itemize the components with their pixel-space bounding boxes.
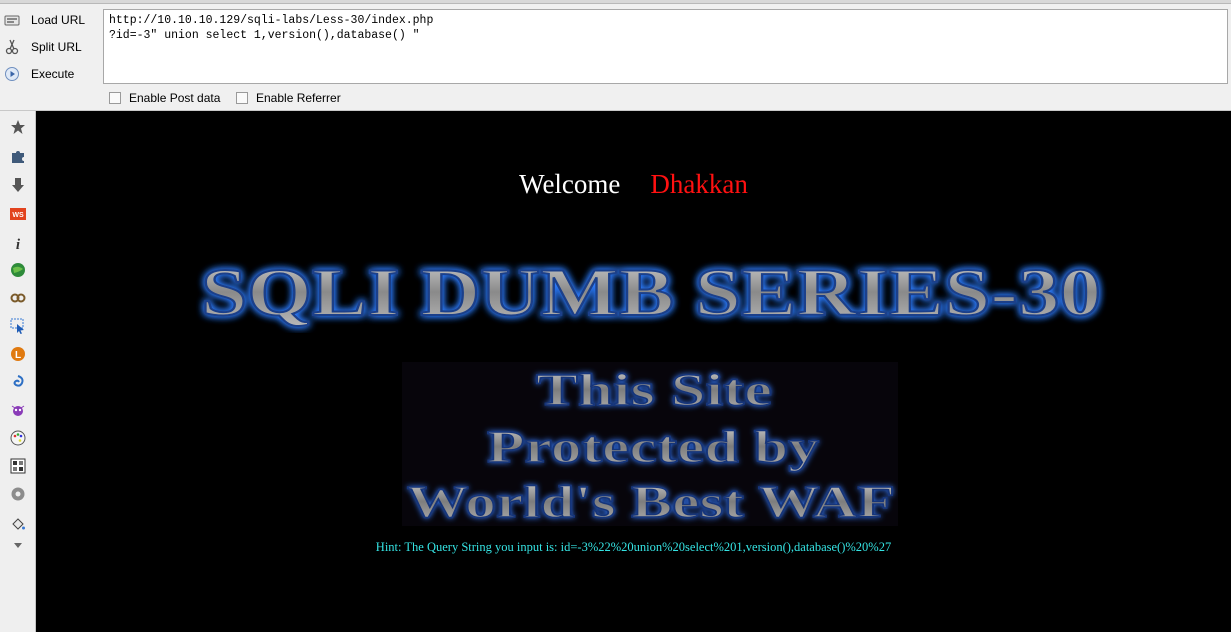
url-textarea[interactable]: http://10.10.10.129/sqli-labs/Less-30/in… (103, 9, 1228, 84)
welcome-line: Welcome Dhakkan (36, 169, 1231, 200)
hackbar-panel: Load URL Split URL Execute http://10.10.… (0, 0, 1231, 111)
paint-bucket-icon[interactable] (8, 514, 28, 534)
palette-icon[interactable] (8, 428, 28, 448)
svg-text:WS: WS (12, 212, 24, 219)
load-url-button[interactable]: Load URL (4, 8, 98, 32)
pointer-icon[interactable] (8, 316, 28, 336)
execute-label: Execute (31, 67, 75, 81)
globe-icon[interactable] (8, 260, 28, 280)
checkbox-box[interactable] (109, 92, 121, 104)
waf-banner-image: This Site Protected by World's Best WAF (402, 362, 898, 528)
checkbox-box[interactable] (236, 92, 248, 104)
page-content: Welcome Dhakkan SQLI DUMB SERIES-30 This… (36, 111, 1231, 632)
info-icon[interactable]: i (8, 233, 28, 253)
enable-referrer-checkbox[interactable]: Enable Referrer (236, 91, 341, 105)
url-line-2: ?id=-3" union select 1,version(),databas… (109, 29, 420, 42)
waf-line-2: Protected by (487, 421, 819, 472)
ws-icon[interactable]: WS (8, 204, 28, 224)
enable-post-label: Enable Post data (129, 91, 221, 105)
addon-sidebar: WS i L (0, 111, 36, 632)
firebug-icon[interactable]: L (8, 344, 28, 364)
waf-line-3: World's Best WAF (407, 476, 895, 526)
welcome-text: Welcome (519, 169, 621, 199)
swirl-icon[interactable] (8, 372, 28, 392)
chevron-down-icon[interactable] (8, 535, 28, 555)
title-banner-image: SQLI DUMB SERIES-30 (191, 251, 1111, 333)
user-name: Dhakkan (650, 169, 748, 199)
series-title: SQLI DUMB SERIES-30 (201, 254, 1101, 330)
toolbar-strip (0, 0, 1231, 4)
enable-post-checkbox[interactable]: Enable Post data (109, 91, 220, 105)
load-url-label: Load URL (31, 13, 86, 27)
grid-icon[interactable] (8, 456, 28, 476)
bug-icon[interactable] (8, 400, 28, 420)
gear-icon[interactable] (8, 484, 28, 504)
svg-text:L: L (15, 350, 21, 361)
split-url-button[interactable]: Split URL (4, 35, 98, 59)
execute-button[interactable]: Execute (4, 62, 98, 86)
star-icon[interactable] (8, 117, 28, 137)
play-icon (4, 66, 20, 82)
url-line-1: http://10.10.10.129/sqli-labs/Less-30/in… (109, 14, 434, 27)
waf-line-1: This Site (536, 364, 772, 415)
load-url-icon (4, 12, 20, 28)
split-url-label: Split URL (31, 40, 82, 54)
download-icon[interactable] (8, 175, 28, 195)
enable-referrer-label: Enable Referrer (256, 91, 341, 105)
scissors-icon (4, 39, 20, 55)
puzzle-icon[interactable] (8, 146, 28, 166)
svg-text:i: i (16, 237, 21, 251)
query-hint: Hint: The Query String you input is: id=… (375, 540, 892, 554)
link-icon[interactable] (8, 288, 28, 308)
